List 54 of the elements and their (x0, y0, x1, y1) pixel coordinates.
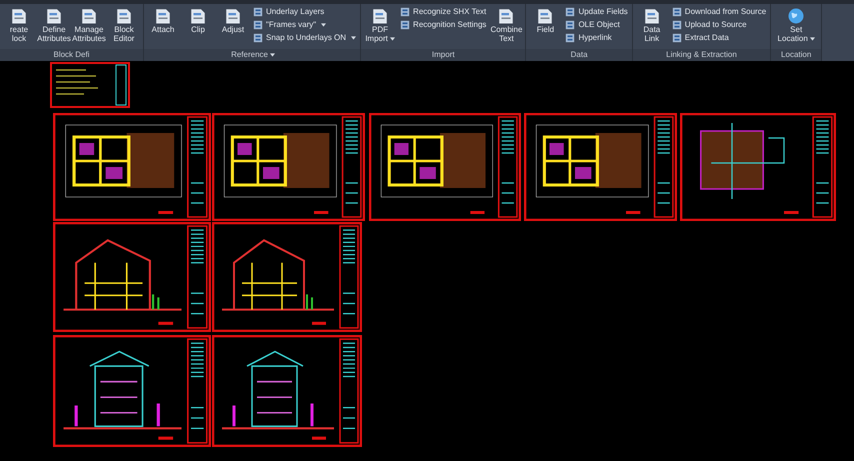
ribbon-tool-button[interactable]: Adjust (216, 6, 250, 35)
document-icon (154, 7, 172, 25)
document-icon (45, 7, 63, 25)
document-icon (253, 33, 263, 43)
document-icon (497, 7, 516, 25)
ribbon-tool-button[interactable]: Clip (181, 6, 215, 35)
document-icon (565, 33, 576, 43)
ribbon-tool-button[interactable]: Data Link (634, 6, 669, 44)
document-icon (115, 7, 133, 25)
document-icon (80, 7, 98, 25)
document-icon (371, 7, 390, 25)
ribbon-tool-button[interactable]: Recognize SHX Text (398, 6, 488, 18)
ribbon-tool-button[interactable]: reate lock (2, 6, 36, 44)
panel-title-button[interactable]: Reference (228, 50, 276, 60)
document-icon (536, 7, 554, 25)
ribbon-tool-button[interactable]: Underlay Layers (251, 6, 358, 18)
ribbon-tool-button[interactable]: Upload to Source (670, 19, 768, 31)
document-icon (565, 7, 576, 17)
ribbon-tool-button[interactable]: Block Editor (107, 6, 141, 44)
ribbon-tool-button[interactable]: Define Attributes (37, 6, 71, 44)
ribbon-tool-button[interactable]: Set Location (773, 6, 820, 44)
caret-icon (810, 37, 815, 41)
document-icon (400, 7, 410, 17)
panel-title-button[interactable]: Import (428, 50, 458, 60)
ribbon-tool-button[interactable]: Hyperlink (563, 32, 630, 44)
ribbon-tool-button[interactable]: "Frames vary" (251, 19, 358, 31)
ribbon-tool-button[interactable]: PDF Import (363, 6, 398, 44)
ribbon-tool-button[interactable]: Snap to Underlays ON (251, 32, 358, 44)
ribbon-tool-button[interactable]: Combine Text (489, 6, 524, 44)
ribbon-tool-button[interactable]: Field (528, 6, 562, 35)
ribbon-tool-button[interactable]: Attach (146, 6, 180, 35)
document-icon (10, 7, 28, 25)
document-icon (672, 20, 682, 30)
panel-title-button[interactable]: Data (568, 50, 591, 60)
document-icon (672, 7, 682, 17)
document-icon (400, 20, 410, 30)
globe-icon (787, 7, 806, 25)
document-icon (253, 20, 263, 30)
caret-icon (390, 37, 395, 41)
caret-icon (351, 36, 356, 40)
document-icon (642, 7, 661, 25)
document-icon (565, 20, 576, 30)
ribbon-tool-button[interactable]: Manage Attributes (72, 6, 106, 44)
caret-icon (321, 23, 326, 27)
ribbon-tool-button[interactable]: Update Fields (563, 6, 630, 18)
document-icon (224, 7, 242, 25)
document-icon (672, 33, 682, 43)
ribbon-tool-button[interactable]: Recognition Settings (398, 19, 488, 31)
document-icon (189, 7, 207, 25)
ribbon-tool-button[interactable]: Extract Data (670, 32, 768, 44)
caret-icon (270, 53, 275, 57)
document-icon (253, 7, 263, 17)
ribbon-tool-button[interactable]: OLE Object (563, 19, 630, 31)
ribbon-tool-button[interactable]: Download from Source (670, 6, 768, 18)
